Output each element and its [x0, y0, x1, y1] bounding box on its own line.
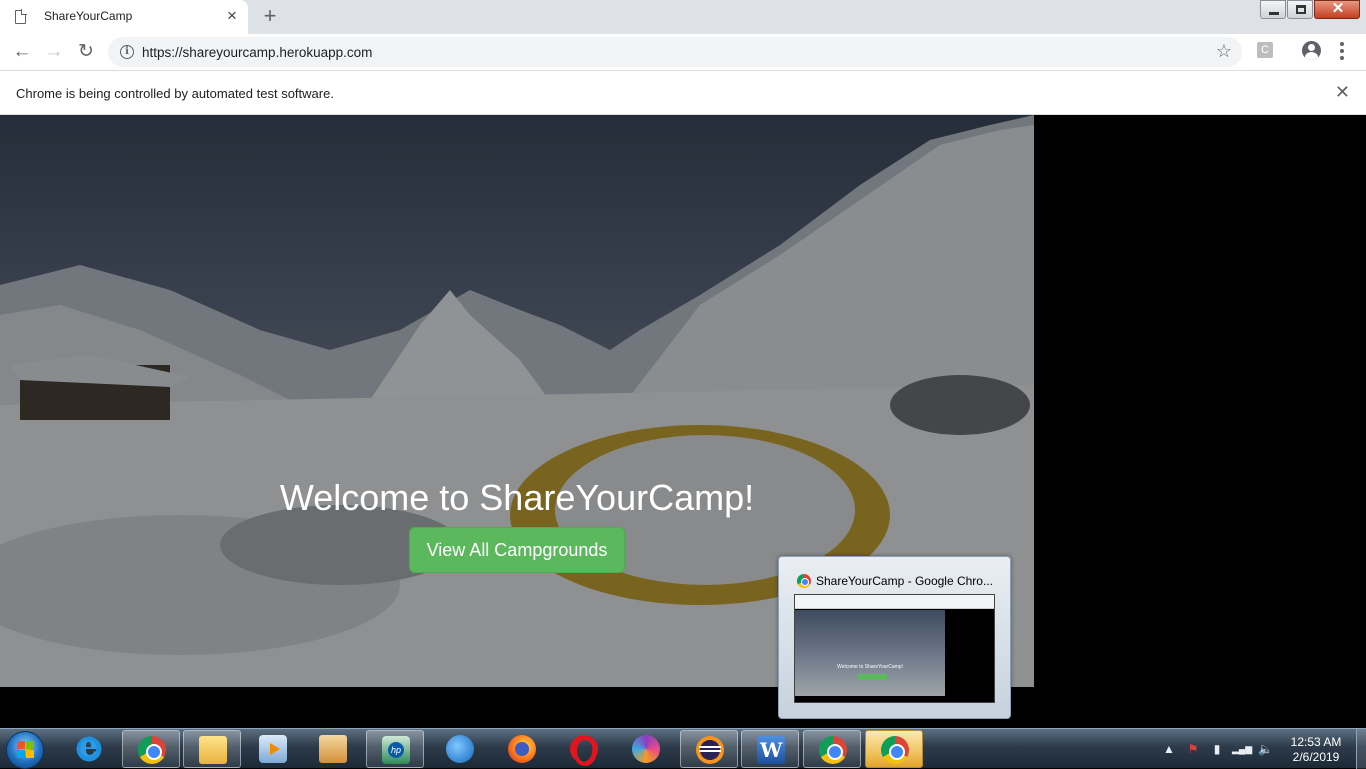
page-title: Welcome to ShareYourCamp! [279, 477, 755, 518]
taskbar-item-photos[interactable] [304, 730, 362, 768]
hp-icon [382, 736, 410, 764]
browser-toolbar: ← → ↻ i https://shareyourcamp.herokuapp.… [0, 34, 1366, 71]
clock[interactable]: 12:53 AM 2/6/2019 [1282, 735, 1350, 765]
chrome-icon [138, 736, 166, 764]
new-tab-button[interactable]: + [258, 4, 282, 28]
thumbnail-hero: Welcome to ShareYourCamp! [795, 610, 945, 696]
taskbar-item-chrome-3[interactable] [865, 730, 923, 768]
word-icon [757, 736, 785, 764]
tab-strip: ShareYourCamp × + ✕ [0, 0, 1366, 34]
volume-icon[interactable]: 🔈 [1258, 742, 1273, 756]
taskbar-item-chrome-2[interactable] [803, 730, 861, 768]
thumbnail-toolbar [795, 595, 994, 609]
internet-explorer-icon [75, 729, 103, 764]
show-hidden-icons-icon[interactable]: ▲ [1162, 742, 1176, 756]
window-close-button[interactable]: ✕ [1314, 0, 1360, 19]
preview-title: ShareYourCamp - Google Chro... [816, 574, 993, 588]
taskbar-item-opera[interactable] [555, 730, 613, 768]
page-viewport: Welcome to ShareYourCamp! View All Campg… [0, 115, 1366, 727]
minimize-button[interactable] [1260, 0, 1286, 19]
opera-icon [570, 735, 598, 766]
site-info-icon[interactable]: i [120, 45, 134, 59]
close-icon: ✕ [1331, 0, 1345, 17]
restore-icon [1296, 5, 1306, 14]
url-text[interactable]: https://shareyourcamp.herokuapp.com [142, 45, 372, 60]
tab-close-icon[interactable]: × [224, 7, 240, 25]
forward-button[interactable]: → [42, 40, 66, 64]
window-controls: ✕ [1259, 0, 1360, 20]
infobar-close-icon[interactable]: ✕ [1335, 82, 1350, 103]
chrome-icon [819, 736, 847, 764]
action-center-flag-icon[interactable]: ⚑ [1186, 742, 1200, 756]
taskbar-item-ie[interactable] [60, 729, 118, 768]
taskbar-item-media[interactable] [244, 730, 302, 768]
profile-icon[interactable] [1302, 41, 1321, 60]
windows-taskbar: ▲ ⚑ ▮ ▂▄▆ 🔈 12:53 AM 2/6/2019 [0, 728, 1366, 769]
back-button[interactable]: ← [10, 40, 34, 64]
taskbar-item-chrome[interactable] [122, 730, 180, 768]
document-icon [15, 9, 27, 24]
photo-viewer-icon [319, 735, 347, 763]
thumbnail-heading: Welcome to ShareYourCamp! [837, 664, 903, 670]
thunderbird-icon [446, 735, 474, 763]
preview-thumbnail[interactable]: Welcome to ShareYourCamp! [794, 594, 995, 703]
infobar-message: Chrome is being controlled by automated … [16, 86, 334, 101]
view-all-campgrounds-button[interactable]: View All Campgrounds [409, 527, 625, 573]
automation-infobar: Chrome is being controlled by automated … [0, 71, 1366, 115]
chrome-icon [881, 736, 909, 764]
eclipse-icon [696, 736, 724, 764]
restore-button[interactable] [1287, 0, 1313, 19]
extension-icon[interactable]: C [1257, 42, 1273, 58]
taskbar-item-word[interactable] [741, 730, 799, 768]
start-button[interactable] [6, 731, 44, 769]
menu-kebab-icon[interactable] [1340, 42, 1344, 60]
media-player-icon [259, 735, 287, 763]
address-bar[interactable]: i https://shareyourcamp.herokuapp.com ☆ [108, 37, 1242, 67]
taskbar-item-thunderbird[interactable] [431, 730, 489, 768]
taskbar-item-explorer[interactable] [183, 730, 241, 768]
taskbar-item-eclipse[interactable] [680, 730, 738, 768]
chrome-icon [797, 574, 811, 588]
clock-time: 12:53 AM [1290, 735, 1342, 749]
taskbar-preview[interactable]: ShareYourCamp - Google Chro... Welcome t… [778, 556, 1011, 719]
firefox-icon [508, 735, 536, 763]
taskbar-item-firefox[interactable] [493, 730, 551, 768]
bookmark-star-icon[interactable]: ☆ [1216, 41, 1232, 62]
network-signal-icon[interactable]: ▂▄▆ [1232, 742, 1252, 756]
thumbnail-button [857, 674, 887, 680]
battery-icon[interactable]: ▮ [1210, 742, 1224, 756]
minimize-icon [1269, 12, 1279, 15]
clock-date: 2/6/2019 [1292, 750, 1340, 764]
tab-title: ShareYourCamp [44, 9, 133, 23]
taskbar-item-hp[interactable] [366, 730, 424, 768]
browser-tab[interactable]: ShareYourCamp × [0, 0, 248, 34]
show-desktop-button[interactable] [1356, 729, 1366, 769]
reload-button[interactable]: ↻ [74, 40, 98, 64]
taskbar-item-swirl[interactable] [617, 730, 675, 768]
folder-icon [199, 736, 227, 764]
system-tray: ▲ ⚑ ▮ ▂▄▆ 🔈 12:53 AM 2/6/2019 [1160, 729, 1360, 769]
swirl-app-icon [632, 735, 660, 763]
